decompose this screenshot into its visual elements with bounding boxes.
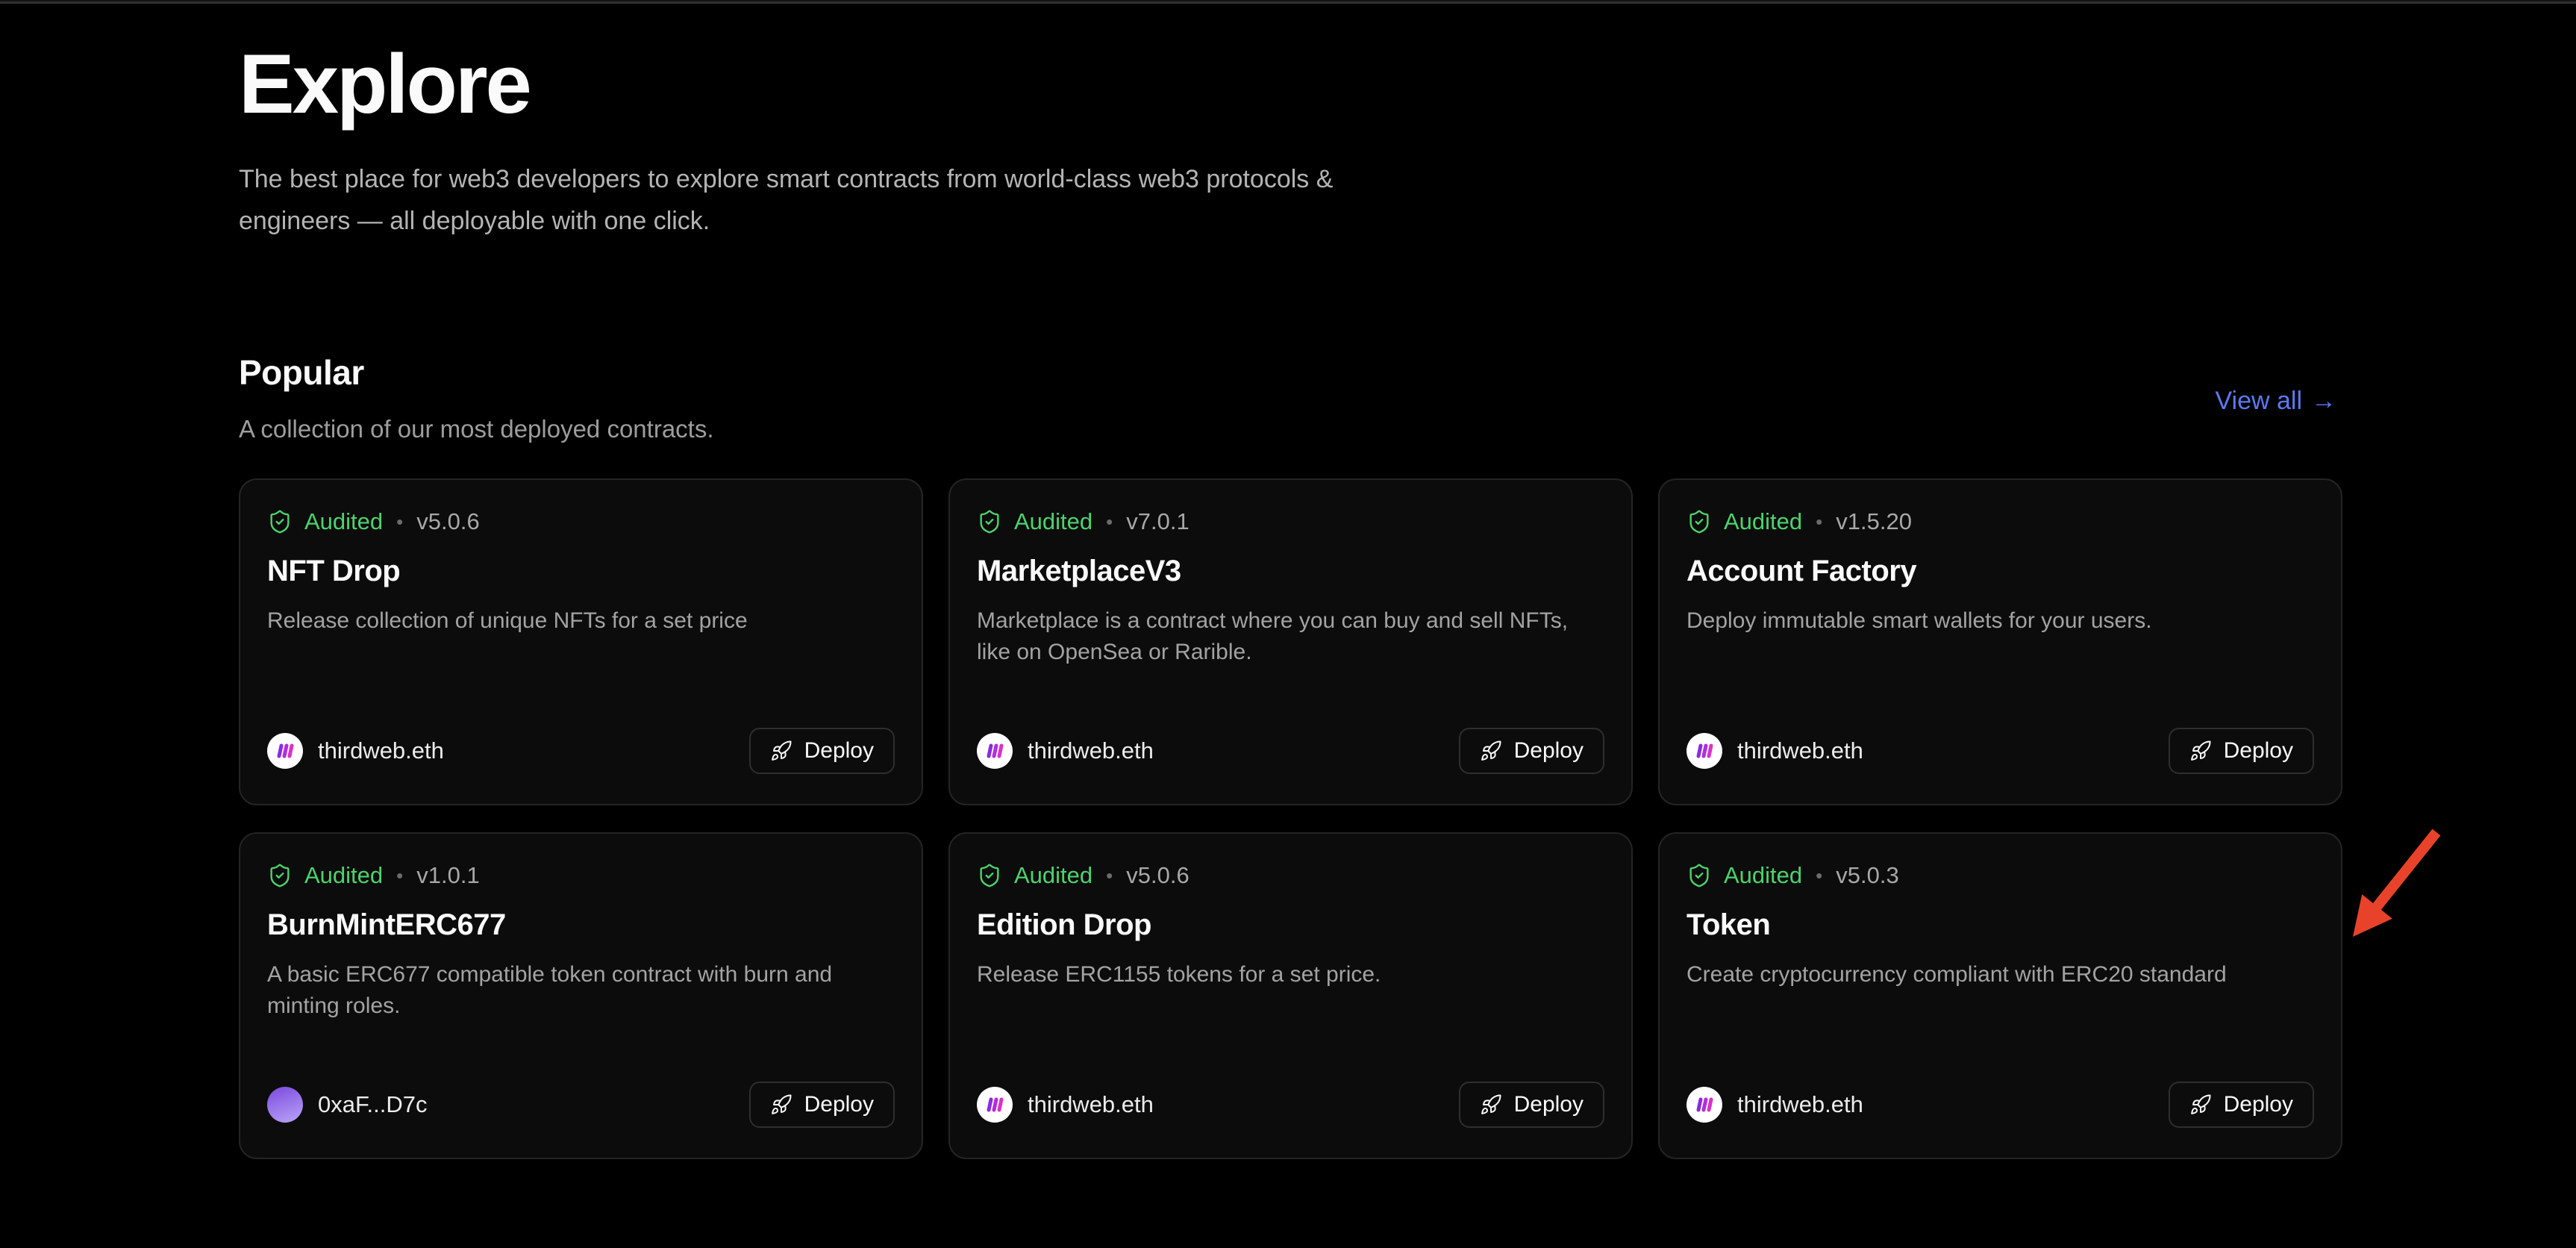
publisher-avatar[interactable] — [1686, 733, 1722, 769]
contract-title: NFT Drop — [267, 555, 400, 588]
view-all-label: View all — [2215, 387, 2302, 416]
shield-check-icon — [267, 863, 293, 888]
contract-card-account-factory[interactable]: Audited • v1.5.20 Account Factory Deploy… — [1658, 478, 2342, 805]
shield-check-icon — [977, 509, 1002, 534]
card-footer: thirdweb.eth Deploy — [977, 1082, 1604, 1128]
dot-separator: • — [395, 511, 404, 534]
thirdweb-logo-icon — [1694, 742, 1715, 760]
card-badge-row: Audited • v1.0.1 — [267, 862, 480, 889]
publisher-name[interactable]: thirdweb.eth — [318, 737, 444, 764]
deploy-label: Deploy — [1514, 1092, 1584, 1117]
publisher-avatar[interactable] — [977, 733, 1013, 769]
thirdweb-logo-icon — [275, 742, 296, 760]
top-divider — [0, 0, 2576, 4]
deploy-label: Deploy — [2224, 1092, 2293, 1117]
deploy-label: Deploy — [2224, 738, 2293, 764]
contract-title: Token — [1686, 908, 1770, 942]
shield-check-icon — [1686, 863, 1712, 888]
rocket-icon — [770, 1093, 793, 1116]
card-footer: thirdweb.eth Deploy — [1686, 728, 2314, 774]
version-label: v5.0.6 — [1126, 862, 1189, 889]
contract-description: Release collection of unique NFTs for a … — [267, 605, 898, 637]
version-label: v7.0.1 — [1126, 508, 1189, 535]
deploy-button[interactable]: Deploy — [749, 1082, 895, 1128]
shield-check-icon — [977, 863, 1002, 888]
rocket-icon — [2189, 740, 2212, 762]
thirdweb-logo-icon — [1694, 1096, 1715, 1114]
contract-title: Account Factory — [1686, 555, 1916, 588]
contract-card-nft-drop[interactable]: Audited • v5.0.6 NFT Drop Release collec… — [239, 478, 923, 805]
publisher-avatar[interactable] — [977, 1087, 1013, 1123]
publisher-name[interactable]: thirdweb.eth — [1737, 1091, 1863, 1118]
publisher-avatar[interactable] — [267, 733, 303, 769]
publisher-name[interactable]: thirdweb.eth — [1737, 737, 1863, 764]
audited-badge-label: Audited — [304, 508, 383, 535]
audited-badge-label: Audited — [1724, 862, 1802, 889]
publisher-avatar[interactable] — [1686, 1087, 1722, 1123]
shield-check-icon — [1686, 509, 1712, 534]
card-badge-row: Audited • v7.0.1 — [977, 508, 1189, 535]
contract-description: Release ERC1155 tokens for a set price. — [977, 959, 1607, 990]
card-badge-row: Audited • v5.0.3 — [1686, 862, 1899, 889]
contract-title: MarketplaceV3 — [977, 555, 1181, 588]
publisher-name[interactable]: thirdweb.eth — [1028, 737, 1154, 764]
contract-description: Deploy immutable smart wallets for your … — [1686, 605, 2317, 637]
dot-separator: • — [1814, 864, 1824, 887]
publisher-name[interactable]: 0xaF...D7c — [318, 1091, 427, 1118]
contract-card-marketplacev3[interactable]: Audited • v7.0.1 MarketplaceV3 Marketpla… — [948, 478, 1633, 805]
contract-title: BurnMintERC677 — [267, 908, 506, 942]
deploy-button[interactable]: Deploy — [2169, 1082, 2314, 1128]
annotation-arrow — [2325, 810, 2451, 959]
audited-badge-label: Audited — [1724, 508, 1802, 535]
version-label: v5.0.3 — [1836, 862, 1898, 889]
page-subtitle: The best place for web3 developers to ex… — [239, 158, 1358, 242]
contract-description: Create cryptocurrency compliant with ERC… — [1686, 959, 2317, 990]
version-label: v1.0.1 — [416, 862, 479, 889]
audited-badge-label: Audited — [304, 862, 383, 889]
version-label: v5.0.6 — [416, 508, 479, 535]
popular-cards-grid: Audited • v5.0.6 NFT Drop Release collec… — [239, 478, 2342, 1159]
card-footer: thirdweb.eth Deploy — [977, 728, 1604, 774]
dot-separator: • — [1814, 511, 1824, 534]
rocket-icon — [1480, 1093, 1502, 1116]
audited-badge-label: Audited — [1014, 862, 1092, 889]
deploy-button[interactable]: Deploy — [749, 728, 895, 774]
deploy-button[interactable]: Deploy — [1459, 728, 1604, 774]
thirdweb-logo-icon — [984, 742, 1005, 760]
popular-heading: Popular — [239, 352, 364, 393]
publisher-avatar[interactable] — [267, 1087, 303, 1123]
arrow-right-icon: → — [2311, 387, 2336, 416]
card-badge-row: Audited • v1.5.20 — [1686, 508, 1912, 535]
contract-card-token[interactable]: Audited • v5.0.3 Token Create cryptocurr… — [1658, 832, 2342, 1159]
card-footer: thirdweb.eth Deploy — [1686, 1082, 2314, 1128]
page-title: Explore — [239, 36, 530, 132]
deploy-label: Deploy — [804, 1092, 874, 1117]
dot-separator: • — [395, 864, 404, 887]
audited-badge-label: Audited — [1014, 508, 1092, 535]
contract-title: Edition Drop — [977, 908, 1151, 942]
dot-separator: • — [1104, 864, 1114, 887]
dot-separator: • — [1104, 511, 1114, 534]
card-footer: 0xaF...D7c Deploy — [267, 1082, 895, 1128]
view-all-link[interactable]: View all → — [2215, 387, 2336, 416]
rocket-icon — [1480, 740, 1502, 762]
contract-card-edition-drop[interactable]: Audited • v5.0.6 Edition Drop Release ER… — [948, 832, 1633, 1159]
deploy-label: Deploy — [1514, 738, 1584, 764]
deploy-button[interactable]: Deploy — [2169, 728, 2314, 774]
card-footer: thirdweb.eth Deploy — [267, 728, 895, 774]
thirdweb-logo-icon — [984, 1096, 1005, 1114]
shield-check-icon — [267, 509, 293, 534]
contract-description: Marketplace is a contract where you can … — [977, 605, 1607, 668]
deploy-button[interactable]: Deploy — [1459, 1082, 1604, 1128]
contract-description: A basic ERC677 compatible token contract… — [267, 959, 898, 1022]
deploy-label: Deploy — [804, 738, 874, 764]
card-badge-row: Audited • v5.0.6 — [267, 508, 480, 535]
rocket-icon — [770, 740, 793, 762]
version-label: v1.5.20 — [1836, 508, 1912, 535]
card-badge-row: Audited • v5.0.6 — [977, 862, 1189, 889]
publisher-name[interactable]: thirdweb.eth — [1028, 1091, 1154, 1118]
rocket-icon — [2189, 1093, 2212, 1116]
popular-subheading: A collection of our most deployed contra… — [239, 415, 714, 443]
contract-card-burnminterc677[interactable]: Audited • v1.0.1 BurnMintERC677 A basic … — [239, 832, 923, 1159]
